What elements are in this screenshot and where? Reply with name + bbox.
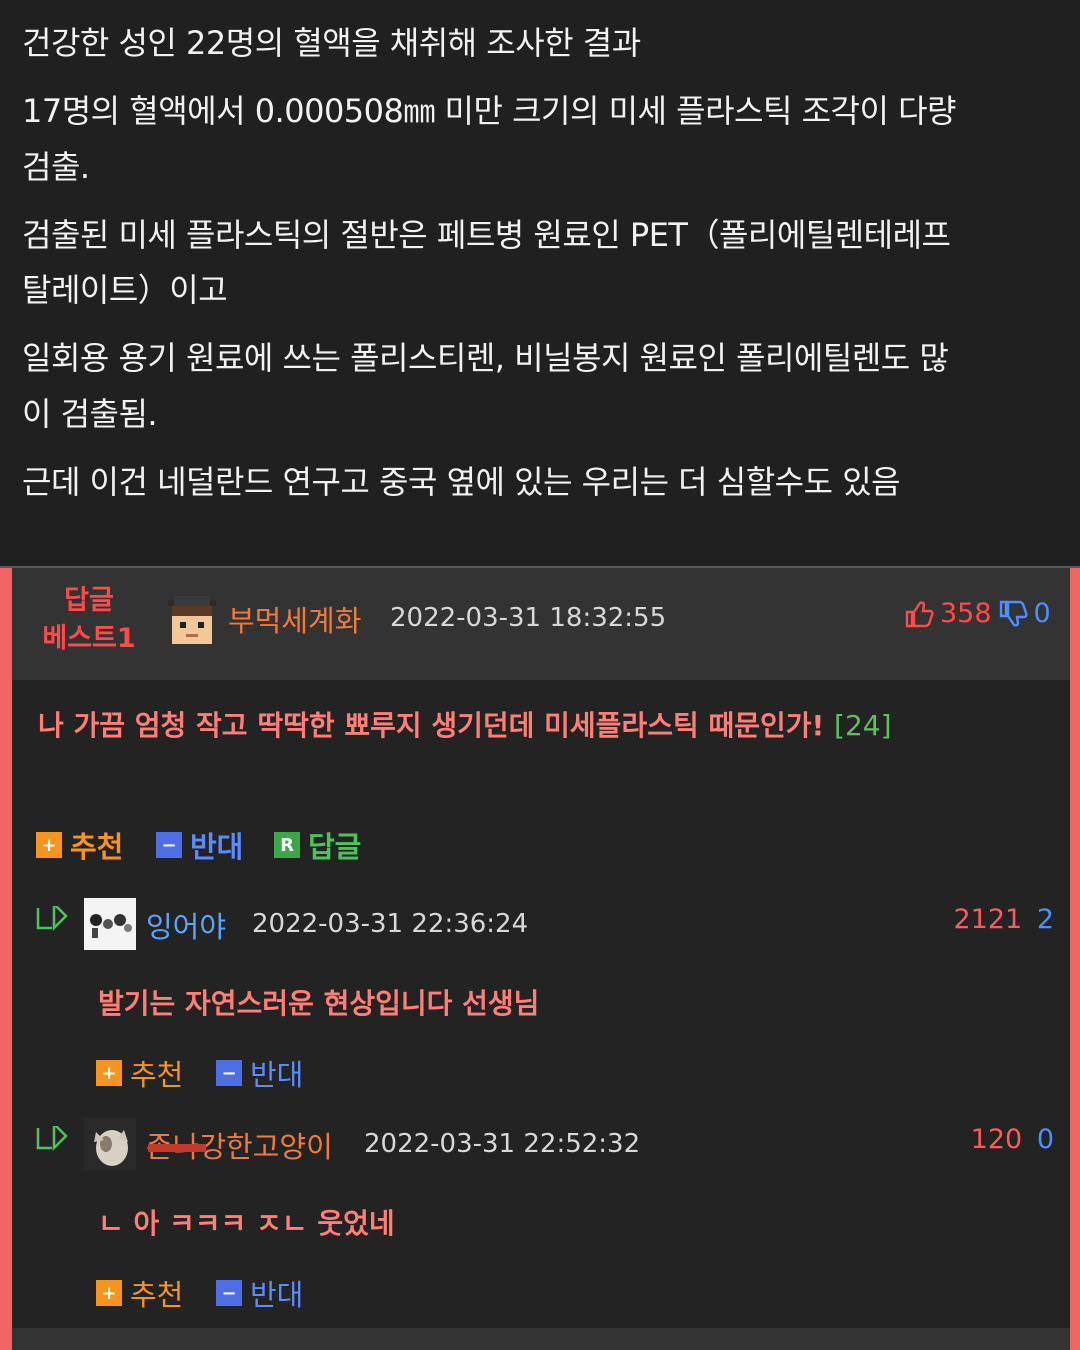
comment-date: 2022-03-31 18:32:55 xyxy=(390,603,667,633)
oppose-label: 반대 xyxy=(250,1058,304,1092)
oppose-label: 반대 xyxy=(190,830,244,864)
comment-text: ㄴ 아 ㅋㅋㅋ ㅈㄴ 웃었네 xyxy=(98,1202,395,1242)
next-comment-header xyxy=(12,1328,1070,1350)
comment-username[interactable]: 잉어야 xyxy=(146,904,226,946)
comment-date: 2022-03-31 22:36:24 xyxy=(252,909,529,939)
avatar[interactable] xyxy=(84,898,136,950)
best-comments-frame: 답글 베스트1 부먹세계화 2022-03-31 18:32:55 358 0 … xyxy=(0,568,1080,1350)
reply-icon: R xyxy=(274,832,300,858)
article-line: 근데 이건 네덜란드 연구고 중국 옆에 있는 우리는 더 심할수도 있음 xyxy=(22,463,901,501)
downvote-count: 0 xyxy=(1033,598,1051,629)
thumbs-down-icon[interactable] xyxy=(998,599,1028,629)
recommend-label: 추천 xyxy=(130,1278,184,1312)
comment-date: 2022-03-31 22:52:32 xyxy=(364,1129,641,1159)
reply-arrow-icon xyxy=(34,900,70,940)
comment-username[interactable]: 부먹세계화 xyxy=(228,598,361,640)
reply-label: 답글 xyxy=(308,830,362,864)
recommend-button[interactable]: + 추천 xyxy=(36,824,123,866)
reply-button[interactable]: R 답글 xyxy=(274,824,361,866)
article-body: 건강한 성인 22명의 혈액을 채취해 조사한 결과 17명의 혈액에서 0.0… xyxy=(0,0,1080,566)
recommend-button[interactable]: + 추천 xyxy=(96,1052,183,1094)
vote-counts: 358 0 xyxy=(904,598,1051,629)
article-line: 탈레이트）이고 xyxy=(22,271,228,309)
comment-body: 발기는 자연스러운 현상입니다 선생님 xyxy=(98,987,540,1020)
oppose-button[interactable]: − 반대 xyxy=(156,824,243,866)
downvote-count: 2 xyxy=(1036,904,1054,935)
reply-count[interactable]: [24] xyxy=(834,709,891,742)
article-line: 건강한 성인 22명의 혈액을 채취해 조사한 결과 xyxy=(22,24,641,62)
article-line: 이 검출됨. xyxy=(22,395,158,433)
reply-arrow-icon xyxy=(34,1120,70,1160)
thumbs-up-icon[interactable] xyxy=(904,599,934,629)
minus-icon: − xyxy=(216,1060,242,1086)
recommend-label: 추천 xyxy=(70,830,124,864)
oppose-button[interactable]: − 반대 xyxy=(216,1052,303,1094)
article-line: 검출된 미세 플라스틱의 절반은 페트병 원료인 PET（폴리에틸렌테레프 xyxy=(22,216,951,254)
vote-counts: 120 0 xyxy=(971,1124,1054,1155)
recommend-label: 추천 xyxy=(130,1058,184,1092)
minus-icon: − xyxy=(216,1280,242,1306)
plus-icon: + xyxy=(36,832,62,858)
avatar[interactable] xyxy=(84,1118,136,1170)
oppose-label: 반대 xyxy=(250,1278,304,1312)
comments-list: 답글 베스트1 부먹세계화 2022-03-31 18:32:55 358 0 … xyxy=(12,568,1070,1350)
best-comment-header: 답글 베스트1 부먹세계화 2022-03-31 18:32:55 358 0 xyxy=(12,568,1070,680)
oppose-button[interactable]: − 반대 xyxy=(216,1272,303,1314)
upvote-count: 358 xyxy=(940,598,992,629)
article-line: 17명의 혈액에서 0.000508㎜ 미만 크기의 미세 플라스틱 조각이 다… xyxy=(22,92,956,130)
article-line: 일회용 용기 원료에 쓰는 폴리스티렌, 비닐봉지 원료인 폴리에틸렌도 많 xyxy=(22,339,949,377)
upvote-count: 120 xyxy=(970,1124,1023,1155)
best-badge-line1: 답글 xyxy=(64,585,114,616)
comment-body: ㄴ 아 ㅋㅋㅋ ㅈㄴ 웃었네 xyxy=(98,1207,395,1240)
plus-icon: + xyxy=(96,1280,122,1306)
upvote-count: 2121 xyxy=(953,904,1023,935)
minus-icon: − xyxy=(156,832,182,858)
avatar[interactable] xyxy=(164,594,220,650)
comment-text: 발기는 자연스러운 현상입니다 선생님 xyxy=(98,982,539,1022)
downvote-count: 0 xyxy=(1036,1124,1054,1155)
censor-bar xyxy=(148,1144,206,1152)
vote-counts: 2121 2 xyxy=(954,904,1055,935)
article-line: 검출. xyxy=(22,148,90,186)
comment-body: 나 가끔 엄청 작고 딱딱한 뾰루지 생기던데 미세플라스틱 때문인가! xyxy=(38,709,825,742)
comment-text: 나 가끔 엄청 작고 딱딱한 뾰루지 생기던데 미세플라스틱 때문인가! [24… xyxy=(38,704,892,744)
best-badge-line2: 베스트1 xyxy=(42,623,136,654)
best-badge: 답글 베스트1 xyxy=(34,582,144,658)
plus-icon: + xyxy=(96,1060,122,1086)
recommend-button[interactable]: + 추천 xyxy=(96,1272,183,1314)
